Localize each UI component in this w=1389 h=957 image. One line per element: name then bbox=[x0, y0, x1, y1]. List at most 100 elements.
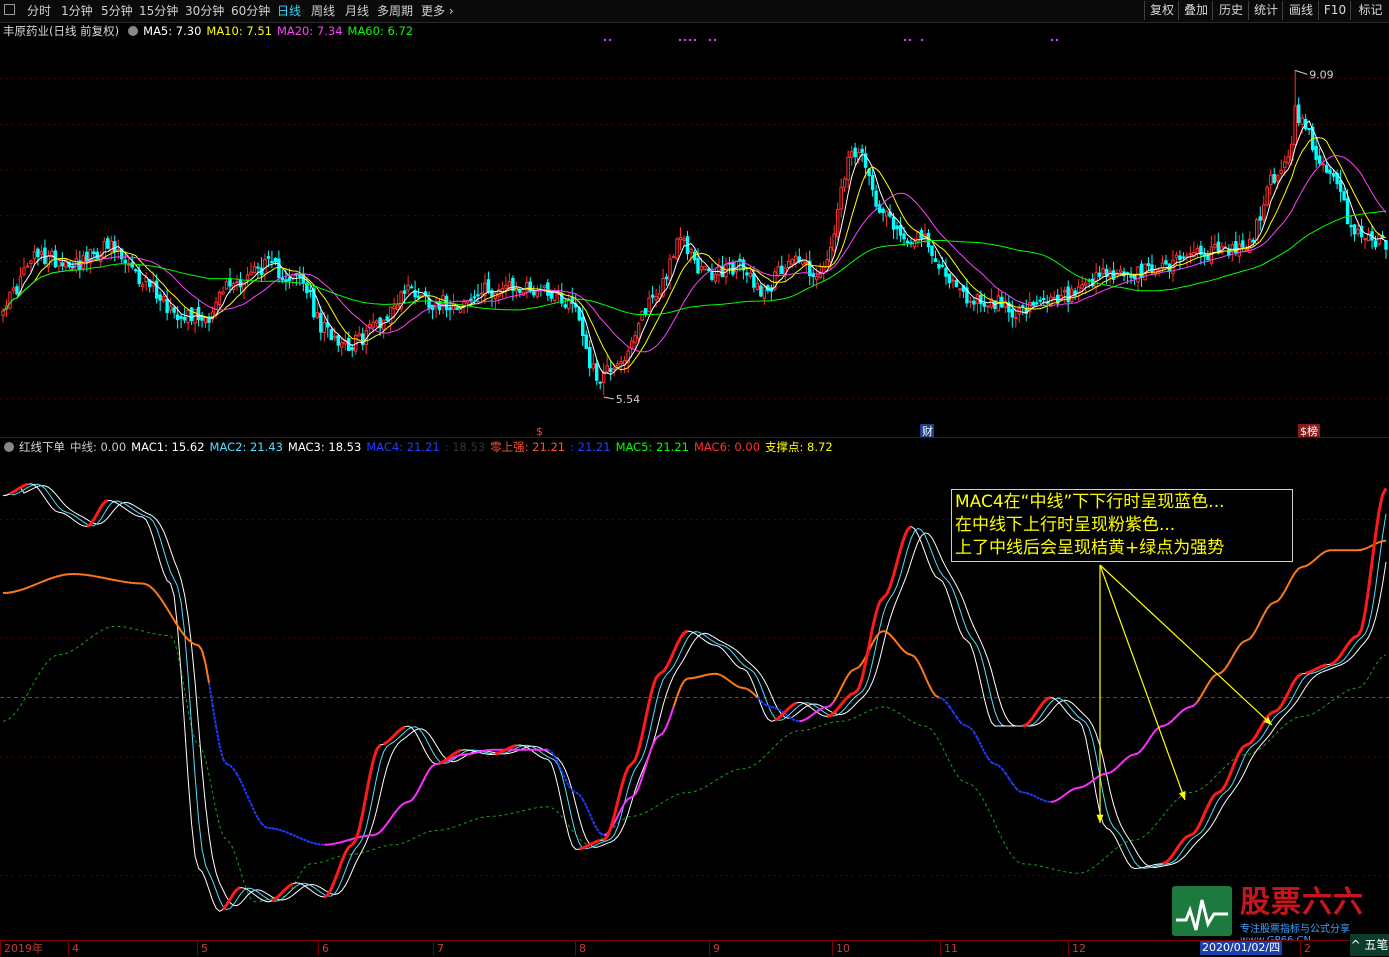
mac4-segment bbox=[1260, 615, 1263, 622]
candle-body bbox=[456, 308, 458, 310]
tab-10[interactable]: 更多 › bbox=[421, 3, 454, 19]
mac1-red-segment bbox=[13, 490, 16, 492]
mac4-segment bbox=[942, 699, 945, 702]
mac4-segment bbox=[1040, 799, 1043, 801]
mac4-segment bbox=[59, 575, 62, 576]
tab-7[interactable]: 周线 bbox=[311, 3, 335, 19]
mac4-segment bbox=[62, 575, 65, 576]
candle-body bbox=[473, 297, 475, 298]
tab-8[interactable]: 月线 bbox=[345, 3, 369, 19]
mac1-red-segment bbox=[101, 502, 104, 507]
toolbar-button-5[interactable]: F10 bbox=[1318, 1, 1351, 20]
mac1-red-segment bbox=[1278, 706, 1281, 710]
mac1-red-segment bbox=[904, 530, 907, 538]
candle-body bbox=[428, 299, 430, 308]
toolbar-button-6[interactable]: 标记 bbox=[1350, 1, 1389, 20]
mac4-segment bbox=[1037, 797, 1040, 799]
mac1-red-segment bbox=[1180, 840, 1183, 845]
mac1-red-segment bbox=[509, 746, 512, 748]
tab-2[interactable]: 5分钟 bbox=[101, 3, 133, 19]
mac4-segment bbox=[293, 835, 296, 837]
signal-dot bbox=[689, 39, 691, 41]
candle-body bbox=[236, 282, 238, 283]
x-axis: 2019年4567891011122 bbox=[0, 940, 1389, 957]
candle-body bbox=[840, 187, 842, 209]
tab-4[interactable]: 30分钟 bbox=[185, 3, 224, 19]
mac4-segment bbox=[412, 796, 415, 800]
mac4-segment bbox=[1005, 773, 1008, 778]
toolbar-button-4[interactable]: 画线 bbox=[1282, 1, 1319, 20]
candle-body bbox=[2, 311, 4, 316]
mac1-red-segment bbox=[1236, 752, 1239, 760]
mac4-segment bbox=[1306, 564, 1309, 566]
mac4-segment bbox=[227, 764, 230, 765]
mac4-segment bbox=[834, 695, 837, 701]
tab-3[interactable]: 15分钟 bbox=[139, 3, 178, 19]
mac1-red-segment bbox=[604, 837, 607, 840]
toolbar-button-0[interactable]: 复权 bbox=[1144, 1, 1179, 20]
candle-body bbox=[1350, 225, 1352, 226]
candle-body bbox=[945, 268, 947, 276]
mac1-red-segment bbox=[1037, 707, 1040, 712]
mac1-red-segment bbox=[20, 486, 23, 488]
mac4-segment bbox=[485, 750, 488, 751]
candle-body bbox=[585, 335, 587, 348]
mac4-segment bbox=[1201, 690, 1204, 696]
mac1-red-segment bbox=[1232, 760, 1235, 769]
mac4-segment bbox=[282, 831, 285, 832]
mac4-segment bbox=[1218, 672, 1221, 673]
candle-body bbox=[134, 270, 136, 271]
candle-body bbox=[1374, 241, 1376, 247]
mac1-red-segment bbox=[897, 549, 900, 562]
mac4-segment bbox=[296, 836, 299, 838]
mac4-segment bbox=[143, 584, 146, 585]
mac1-red-segment bbox=[1030, 717, 1033, 722]
watermark-subtitle-text: 专注股票指标与公式分享 bbox=[1240, 924, 1350, 935]
toolbar-button-2[interactable]: 历史 bbox=[1212, 1, 1249, 20]
candle-body bbox=[93, 252, 95, 254]
mac1-red-segment bbox=[394, 732, 397, 735]
mac4-segment bbox=[722, 676, 725, 678]
candle-body bbox=[58, 261, 60, 266]
candle-body bbox=[267, 257, 269, 259]
candle-body bbox=[836, 209, 838, 236]
mac1-red-segment bbox=[642, 719, 645, 736]
tab-5[interactable]: 60分钟 bbox=[231, 3, 270, 19]
toolbar-button-1[interactable]: 叠加 bbox=[1178, 1, 1213, 20]
mac4-segment bbox=[576, 793, 579, 795]
mac4-segment bbox=[122, 581, 125, 582]
candle-body bbox=[630, 341, 632, 348]
mac1-red-segment bbox=[590, 843, 593, 845]
mac1-red-segment bbox=[1260, 722, 1263, 728]
candle-body bbox=[410, 287, 412, 288]
settings-circle-icon[interactable] bbox=[4, 442, 14, 452]
tab-0[interactable]: 分时 bbox=[27, 3, 51, 19]
mac4-segment bbox=[583, 799, 586, 806]
mac1-red-segment bbox=[335, 871, 338, 881]
mac1-red-segment bbox=[1330, 663, 1333, 664]
mac1-red-segment bbox=[275, 896, 278, 899]
mac4-segment bbox=[223, 759, 226, 764]
mac4-segment bbox=[928, 684, 931, 691]
candle-body bbox=[33, 252, 35, 259]
mac4-segment bbox=[761, 701, 764, 704]
mac1-red-segment bbox=[883, 595, 886, 598]
candle-body bbox=[1266, 187, 1268, 205]
mac4-segment bbox=[1285, 585, 1288, 592]
mac4-segment bbox=[373, 834, 376, 835]
menu-icon[interactable] bbox=[4, 4, 15, 15]
toolbar-button-3[interactable]: 统计 bbox=[1248, 1, 1283, 20]
price-chart[interactable]: 9.095.54$财$榜 bbox=[0, 22, 1389, 437]
candle-body bbox=[906, 241, 908, 243]
mac1-red-segment bbox=[838, 705, 841, 709]
arrow-head-icon bbox=[1179, 791, 1186, 800]
tab-1[interactable]: 1分钟 bbox=[61, 3, 93, 19]
mac1-red-segment bbox=[632, 760, 635, 764]
mac4-segment bbox=[1309, 562, 1312, 565]
mac1-red-segment bbox=[1379, 495, 1382, 512]
tab-9[interactable]: 多周期 bbox=[377, 3, 413, 19]
candle-body bbox=[756, 284, 758, 290]
mac4-segment bbox=[1009, 778, 1012, 783]
tab-6[interactable]: 日线 bbox=[277, 3, 301, 19]
input-method-button[interactable]: ^ 五笔 bbox=[1350, 934, 1389, 956]
